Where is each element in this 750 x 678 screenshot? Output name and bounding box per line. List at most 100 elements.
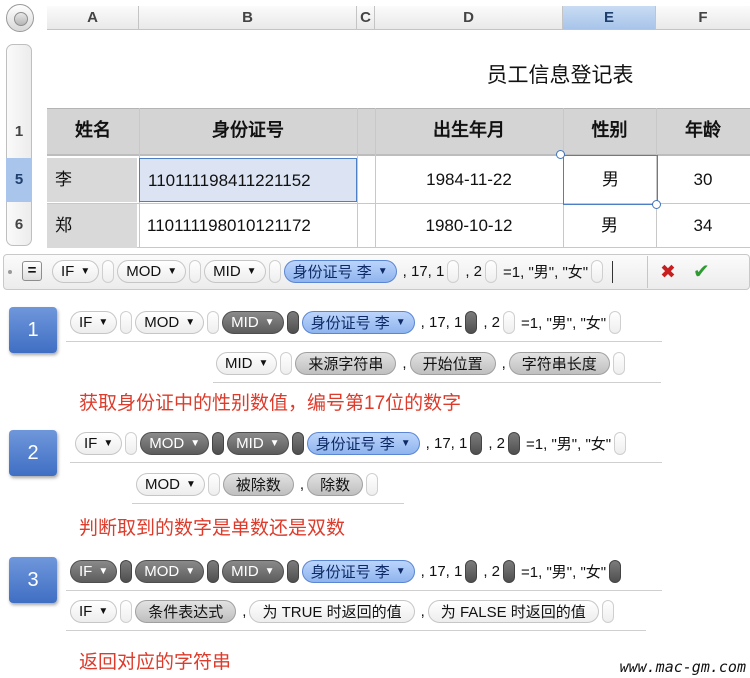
mod-args-text: , 2 [465, 263, 483, 280]
paren-token [207, 473, 220, 496]
dropdown-triangle-icon: ▼ [98, 566, 109, 577]
drag-dot-icon [8, 270, 12, 274]
select-all-button[interactable] [6, 4, 34, 32]
if-token[interactable]: IF ▼ [70, 600, 118, 623]
row-header-5[interactable]: 5 [6, 158, 32, 202]
mid-token[interactable]: MID ▼ [216, 352, 278, 375]
paren-token [609, 311, 622, 334]
column-header-e[interactable]: E [563, 6, 656, 30]
paren-token [591, 260, 604, 283]
reference-token[interactable]: 身份证号 李 ▼ [306, 432, 420, 455]
arg-source-string[interactable]: 来源字符串 [295, 352, 397, 375]
header-birth-date[interactable]: 出生年月 [375, 108, 563, 152]
grid-line [357, 108, 358, 248]
column-header-d[interactable]: D [375, 6, 563, 30]
column-header-f[interactable]: F [656, 6, 750, 30]
header-gender[interactable]: 性别 [563, 108, 656, 152]
divider [66, 630, 646, 631]
paren-token [286, 560, 299, 583]
cell-b5[interactable]: 110111198411221152 [139, 158, 357, 202]
mid-token[interactable]: MID ▼ [222, 560, 284, 583]
dropdown-triangle-icon: ▼ [98, 606, 109, 617]
paren-token [503, 560, 516, 583]
paren-token [291, 432, 304, 455]
arg-condition[interactable]: 条件表达式 [135, 600, 237, 623]
mid-args-text: , 17, 1 [402, 263, 445, 280]
selection-handle-top-left[interactable] [556, 150, 565, 159]
row-header-1[interactable]: 1 [6, 120, 32, 144]
cell-a6[interactable]: 郑 [47, 204, 137, 248]
step-badge-1: 1 [9, 307, 57, 353]
paren-token [280, 352, 293, 375]
cell-e6[interactable]: 男 [563, 204, 656, 248]
dropdown-triangle-icon: ▼ [269, 438, 280, 449]
mod-args-text: , 2 [483, 563, 501, 580]
divider [213, 382, 661, 383]
arg-value-if-false[interactable]: 为 FALSE 时返回的值 [427, 600, 599, 623]
header-id-number[interactable]: 身份证号 [139, 108, 357, 152]
header-age[interactable]: 年龄 [656, 108, 750, 152]
cell-f5[interactable]: 30 [656, 158, 750, 202]
dropdown-triangle-icon: ▼ [186, 479, 196, 490]
paren-token [212, 432, 225, 455]
cell-d5[interactable]: 1984-11-22 [375, 158, 563, 202]
mod-token[interactable]: MOD ▼ [135, 560, 205, 583]
step1-note: 获取身份证中的性别数值，编号第17位的数字 [79, 393, 462, 414]
paren-token [447, 260, 460, 283]
arg-start-position[interactable]: 开始位置 [409, 352, 496, 375]
divider [647, 256, 648, 288]
mid-token[interactable]: MID ▼ [227, 432, 289, 455]
mod-token[interactable]: MOD ▼ [117, 260, 187, 283]
reference-token[interactable]: 身份证号 李 ▼ [301, 560, 415, 583]
paren-token [609, 560, 622, 583]
if-token[interactable]: IF ▼ [70, 311, 118, 334]
cell-a5[interactable]: 李 [47, 158, 137, 202]
paren-token [612, 352, 625, 375]
step-badge-2: 2 [9, 430, 57, 476]
cell-d6[interactable]: 1980-10-12 [375, 204, 563, 248]
dropdown-triangle-icon: ▼ [103, 438, 114, 449]
step3-formula: IF ▼ MOD ▼ MID ▼ 身份证号 李 ▼ , 17, 1 , 2 =1, "男… [70, 560, 624, 583]
paren-token [268, 260, 281, 283]
accept-button[interactable]: ✔ [693, 259, 710, 284]
cell-e5[interactable]: 男 [563, 155, 658, 205]
mid-token-active[interactable]: MID ▼ [222, 311, 284, 334]
cell-b6[interactable]: 110111198010121172 [139, 204, 357, 248]
header-name[interactable]: 姓名 [47, 108, 139, 152]
divider [66, 341, 662, 342]
mod-token[interactable]: MOD ▼ [136, 473, 205, 496]
dropdown-triangle-icon: ▼ [98, 317, 109, 328]
equals-button[interactable]: = [22, 261, 42, 281]
if-token-active[interactable]: IF ▼ [70, 560, 118, 583]
step3-note: 返回对应的字符串 [79, 652, 232, 673]
column-header-b[interactable]: B [139, 6, 357, 30]
paren-token [508, 432, 521, 455]
column-header-c[interactable]: C [357, 6, 375, 30]
dropdown-triangle-icon: ▼ [395, 566, 406, 577]
mid-args-text: , 17, 1 [425, 435, 468, 452]
dropdown-triangle-icon: ▼ [264, 317, 275, 328]
paren-token [120, 600, 133, 623]
arg-dividend[interactable]: 被除数 [222, 473, 294, 496]
arg-string-length[interactable]: 字符串长度 [508, 352, 610, 375]
arg-divisor[interactable]: 除数 [307, 473, 364, 496]
if-token[interactable]: IF ▼ [75, 432, 123, 455]
step1-formula: IF ▼ MOD ▼ MID ▼ 身份证号 李 ▼ , 17, 1 , 2 =1, "男… [70, 311, 624, 334]
cancel-button[interactable]: ✖ [660, 261, 676, 284]
if-token[interactable]: IF ▼ [52, 260, 100, 283]
if-args-text: =1, "男", "女" [503, 264, 589, 281]
paren-token [189, 260, 202, 283]
mod-token-active[interactable]: MOD ▼ [140, 432, 210, 455]
paren-token [485, 260, 498, 283]
column-header-a[interactable]: A [47, 6, 139, 30]
cell-f6[interactable]: 34 [656, 204, 750, 248]
arg-value-if-true[interactable]: 为 TRUE 时返回的值 [249, 600, 415, 623]
paren-token [465, 311, 478, 334]
step-badge-3: 3 [9, 557, 57, 603]
row-header-6[interactable]: 6 [6, 204, 32, 246]
reference-token[interactable]: 身份证号 李 ▼ [283, 260, 397, 283]
mid-token[interactable]: MID ▼ [204, 260, 266, 283]
mod-token[interactable]: MOD ▼ [135, 311, 205, 334]
reference-token[interactable]: 身份证号 李 ▼ [301, 311, 415, 334]
dropdown-triangle-icon: ▼ [400, 438, 411, 449]
